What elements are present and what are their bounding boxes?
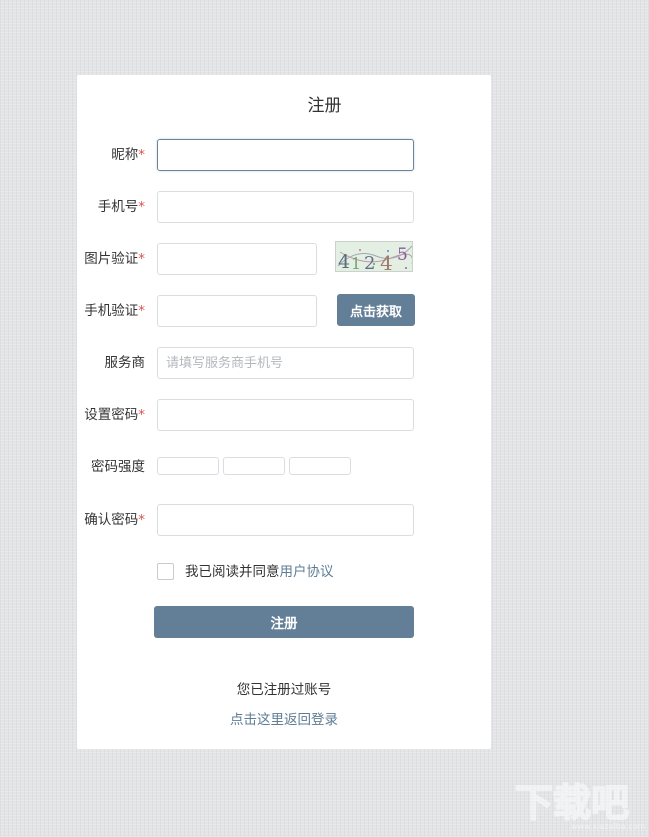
- back-to-login-link[interactable]: 点击这里返回登录: [0, 708, 568, 728]
- nickname-label: 昵称*: [111, 147, 145, 163]
- required-mark: *: [138, 512, 145, 528]
- svg-text:2: 2: [364, 253, 375, 272]
- password-label: 设置密码*: [84, 407, 145, 423]
- strength-bar-strong: [289, 457, 351, 475]
- provider-label: 服务商: [104, 355, 146, 371]
- sms-code-label: 手机验证*: [84, 303, 145, 319]
- agreement-text: 我已阅读并同意用户协议: [185, 564, 334, 580]
- svg-text:4: 4: [380, 251, 393, 272]
- confirm-password-label: 确认密码*: [84, 512, 145, 528]
- get-sms-code-button[interactable]: 点击获取: [337, 294, 415, 326]
- svg-text:4: 4: [338, 251, 350, 272]
- watermark-text: 下载吧: [515, 781, 629, 825]
- required-mark: *: [138, 407, 145, 423]
- svg-text:5: 5: [397, 245, 408, 265]
- already-registered-text: 您已注册过账号: [236, 682, 332, 698]
- strength-bar-weak: [157, 457, 219, 475]
- register-button[interactable]: 注册: [154, 606, 414, 638]
- required-mark: *: [138, 199, 145, 215]
- user-agreement-link[interactable]: 用户协议: [280, 564, 334, 580]
- agreement-checkbox[interactable]: [157, 563, 174, 580]
- phone-label: 手机号*: [97, 199, 145, 215]
- nickname-input[interactable]: [157, 139, 414, 171]
- page-title: 注册: [307, 96, 342, 116]
- provider-input[interactable]: [157, 347, 414, 379]
- strength-bar-medium: [223, 457, 285, 475]
- required-mark: *: [138, 251, 145, 267]
- image-code-label: 图片验证*: [84, 251, 145, 267]
- phone-input[interactable]: [157, 191, 414, 223]
- password-strength-label: 密码强度: [91, 459, 145, 475]
- svg-text:1: 1: [351, 254, 361, 272]
- watermark-logo: 下载吧 www.xiazaiba.com: [513, 776, 647, 832]
- password-input[interactable]: [157, 399, 414, 431]
- sms-code-input[interactable]: [157, 295, 317, 327]
- required-mark: *: [138, 303, 145, 319]
- watermark-url: www.xiazaiba.com: [571, 822, 645, 831]
- confirm-password-input[interactable]: [157, 504, 414, 536]
- image-code-input[interactable]: [157, 243, 317, 275]
- captcha-image[interactable]: 4 1 2 4 5: [335, 241, 413, 272]
- required-mark: *: [138, 147, 145, 163]
